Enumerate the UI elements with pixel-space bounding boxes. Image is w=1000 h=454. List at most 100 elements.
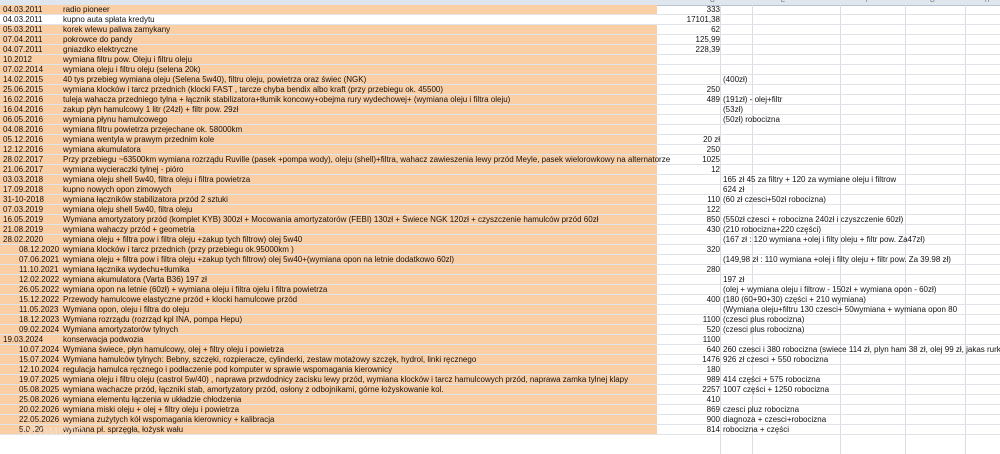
description-cell[interactable]: wymiana filtru powietrza przejechane ok.… <box>63 125 693 134</box>
amount-cell[interactable]: 20 zł <box>662 135 720 144</box>
amount-cell[interactable]: 110 <box>662 195 720 204</box>
description-cell[interactable]: wymiana wycieraczki tylnej - pióro <box>63 165 693 174</box>
note-cell[interactable] <box>723 35 1000 44</box>
description-cell[interactable]: wymiana akumulatora <box>63 145 693 154</box>
note-cell[interactable] <box>723 155 1000 164</box>
description-cell[interactable]: wymiana zużytych kół wspomagania kierown… <box>63 415 693 424</box>
amount-cell[interactable] <box>662 275 720 284</box>
note-cell[interactable] <box>723 5 1000 14</box>
date-cell[interactable]: 04.03.2011 <box>3 15 59 24</box>
date-cell[interactable]: 28.02.2017 <box>3 155 59 164</box>
description-cell[interactable]: Wymiana amortyzatory przód (komplet KYB)… <box>63 215 693 224</box>
date-cell[interactable]: 16.05.2019 <box>3 215 59 224</box>
amount-cell[interactable]: 900 <box>662 415 720 424</box>
description-cell[interactable]: wymiana filtru pow. Oleju i filtru oleju <box>63 55 693 64</box>
amount-cell[interactable]: 430 <box>662 225 720 234</box>
note-cell[interactable] <box>723 395 1000 404</box>
date-cell[interactable]: 19.03.2024 <box>3 335 59 344</box>
date-cell[interactable]: 16.04.2016 <box>3 105 59 114</box>
description-cell[interactable]: wymiana opon na letnie (60zł) + wymiana … <box>63 285 693 294</box>
description-cell[interactable]: wymiana łącznika wydechu+tłumika <box>63 265 693 274</box>
date-cell[interactable]: 21.06.2017 <box>3 165 59 174</box>
date-cell[interactable]: 28.02.2020 <box>3 235 59 244</box>
date-cell[interactable]: 17.09.2018 <box>3 185 59 194</box>
description-cell[interactable]: wymiana płynu hamulcowego <box>63 115 693 124</box>
description-cell[interactable]: korek wlewu paliwa zamykany <box>63 25 693 34</box>
note-cell[interactable]: (550zł czesci + robocizna 240zł i czyszc… <box>723 215 1000 224</box>
note-cell[interactable] <box>723 165 1000 174</box>
description-cell[interactable]: Wymiana rozrządu (rozrząd kpl INA, pompa… <box>63 315 693 324</box>
amount-cell[interactable] <box>662 125 720 134</box>
description-cell[interactable]: kupno auta spłata kredytu <box>63 15 693 24</box>
amount-cell[interactable]: 640 <box>662 345 720 354</box>
date-cell[interactable]: 25.06.2015 <box>3 85 59 94</box>
amount-cell[interactable] <box>662 75 720 84</box>
description-cell[interactable]: Wymiana hamulców tylnych: Bebny, szczęki… <box>63 355 693 364</box>
amount-cell[interactable]: 250 <box>662 145 720 154</box>
description-cell[interactable]: wymiana wachacze przód, łączniki stab, a… <box>63 385 693 394</box>
note-cell[interactable]: 926 zł czesci + 550 robocizna <box>723 355 1000 364</box>
description-cell[interactable]: wymiana oleju i filtru oleju (selena 20k… <box>63 65 693 74</box>
date-cell[interactable]: 16.02.2016 <box>3 95 59 104</box>
note-cell[interactable] <box>723 85 1000 94</box>
date-cell[interactable]: 12.12.2016 <box>3 145 59 154</box>
note-cell[interactable]: (180 (60+90+30) części + 210 wymiana) <box>723 295 1000 304</box>
amount-cell[interactable]: 400 <box>662 295 720 304</box>
description-cell[interactable]: wymiana oleju shell 5w40, filtra oleju <box>63 205 693 214</box>
note-cell[interactable] <box>723 145 1000 154</box>
amount-cell[interactable]: 489 <box>662 95 720 104</box>
note-cell[interactable] <box>723 245 1000 254</box>
date-cell[interactable]: 06.05.2016 <box>3 115 59 124</box>
description-cell[interactable]: kupno nowych opon zimowych <box>63 185 693 194</box>
date-cell[interactable]: 05.12.2016 <box>3 135 59 144</box>
amount-cell[interactable]: 180 <box>662 365 720 374</box>
note-cell[interactable] <box>723 365 1000 374</box>
amount-cell[interactable]: 989 <box>662 375 720 384</box>
amount-cell[interactable] <box>662 175 720 184</box>
note-cell[interactable]: (czesci plus robocizna) <box>723 315 1000 324</box>
description-cell[interactable]: regulacja hamulca ręcznego i podłaczenie… <box>63 365 693 374</box>
description-cell[interactable]: radio pioneer <box>63 5 693 14</box>
date-cell[interactable]: 07.04.2011 <box>3 35 59 44</box>
column-header-h[interactable]: H <box>985 0 989 4</box>
note-cell[interactable] <box>723 65 1000 74</box>
description-cell[interactable]: wymiana oleju + filtra pow i filtra olej… <box>63 235 693 244</box>
date-cell[interactable]: 07.03.2019 <box>3 205 59 214</box>
amount-cell[interactable] <box>662 255 720 264</box>
note-cell[interactable]: (149,98 zł : 110 wymiana +olej i filty o… <box>723 255 1000 264</box>
description-cell[interactable]: wymiana oleju shell 5w40, filtra oleju i… <box>63 175 693 184</box>
note-cell[interactable]: 197 zł <box>723 275 1000 284</box>
description-cell[interactable]: gniazdko elektryczne <box>63 45 693 54</box>
note-cell[interactable]: (olej + wymiana oleju i filtrow - 150zł … <box>723 285 1000 294</box>
note-cell[interactable]: robocizna + części <box>723 425 1000 434</box>
amount-cell[interactable] <box>662 65 720 74</box>
note-cell[interactable]: 165 zł 45 za filtry + 120 za wymiane ole… <box>723 175 1000 184</box>
amount-cell[interactable]: 333 <box>662 5 720 14</box>
amount-cell[interactable]: 814 <box>662 425 720 434</box>
description-cell[interactable]: tuleja wahacza przedniego tylna + łączni… <box>63 95 693 104</box>
amount-cell[interactable] <box>662 115 720 124</box>
note-cell[interactable]: 260 czesci i 380 robocizna (swiece 114 z… <box>723 345 1000 354</box>
date-cell[interactable]: 04.08.2016 <box>3 125 59 134</box>
note-cell[interactable]: (191zł) - olej+filtr <box>723 95 1000 104</box>
amount-cell[interactable] <box>662 235 720 244</box>
date-cell[interactable]: 03.03.2018 <box>3 175 59 184</box>
note-cell[interactable] <box>723 15 1000 24</box>
description-cell[interactable]: konserwacja podwozia <box>63 335 693 344</box>
note-cell[interactable] <box>723 25 1000 34</box>
description-cell[interactable]: zakup płyn hamulcowy 1 litr (24zł) + fil… <box>63 105 693 114</box>
amount-cell[interactable]: 62 <box>662 25 720 34</box>
column-header-e[interactable]: E <box>781 0 785 4</box>
amount-cell[interactable] <box>662 185 720 194</box>
description-cell[interactable]: Przewody hamulcowe elastyczne przód + kl… <box>63 295 693 304</box>
amount-cell[interactable]: 1025 <box>662 155 720 164</box>
note-cell[interactable]: 1007 części + 1250 robocizna <box>723 385 1000 394</box>
date-cell[interactable]: 04.07.2011 <box>3 45 59 54</box>
amount-cell[interactable]: 228,39 <box>662 45 720 54</box>
amount-cell[interactable]: 125,99 <box>662 35 720 44</box>
amount-cell[interactable]: 12 <box>662 165 720 174</box>
column-header-g2[interactable]: G <box>930 0 935 4</box>
description-cell[interactable]: wymiana oleju + filtra pow i filtra olej… <box>63 255 693 264</box>
amount-cell[interactable]: 250 <box>662 85 720 94</box>
note-cell[interactable]: (167 zł : 120 wymiana +olej i filty olej… <box>723 235 1000 244</box>
